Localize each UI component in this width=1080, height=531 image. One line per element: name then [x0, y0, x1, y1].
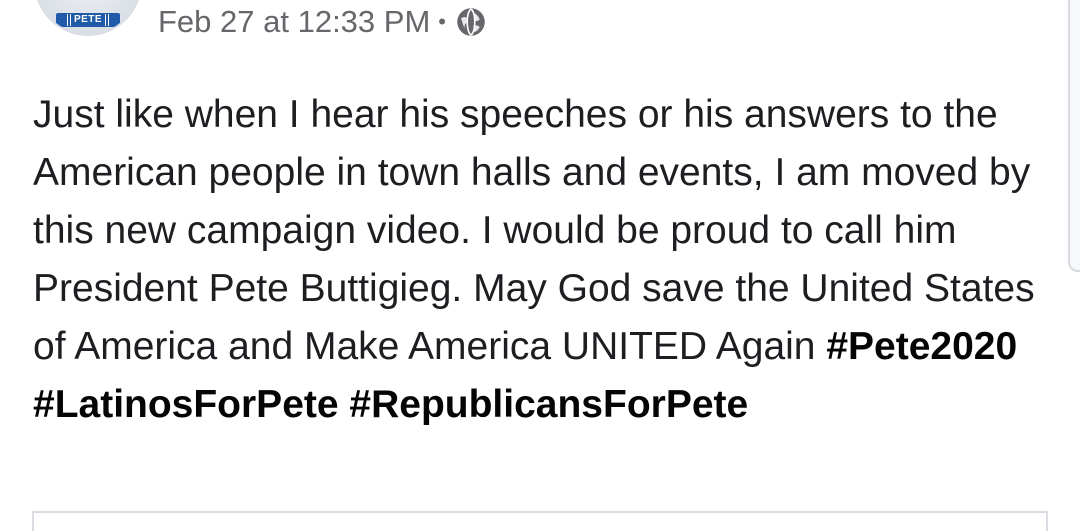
hashtag-republicansforpete[interactable]: #RepublicansForPete: [349, 383, 748, 426]
hashtag-latinosforpete[interactable]: #LatinosForPete: [33, 383, 339, 426]
link-preview-card[interactable]: [32, 511, 1048, 531]
scrollbar[interactable]: [1068, 0, 1080, 272]
globe-icon[interactable]: [456, 7, 486, 37]
avatar-campaign-badge: PETE: [56, 13, 120, 27]
post-timestamp[interactable]: Feb 27 at 12:33 PM: [158, 4, 430, 40]
avatar[interactable]: PETE: [36, 0, 140, 34]
post-body: Just like when I hear his speeches or hi…: [33, 86, 1053, 434]
meta-separator: •: [438, 9, 446, 34]
hashtag-pete2020[interactable]: #Pete2020: [826, 325, 1017, 368]
avatar-badge-label: PETE: [66, 14, 110, 26]
post-meta: Feb 27 at 12:33 PM •: [158, 0, 486, 44]
